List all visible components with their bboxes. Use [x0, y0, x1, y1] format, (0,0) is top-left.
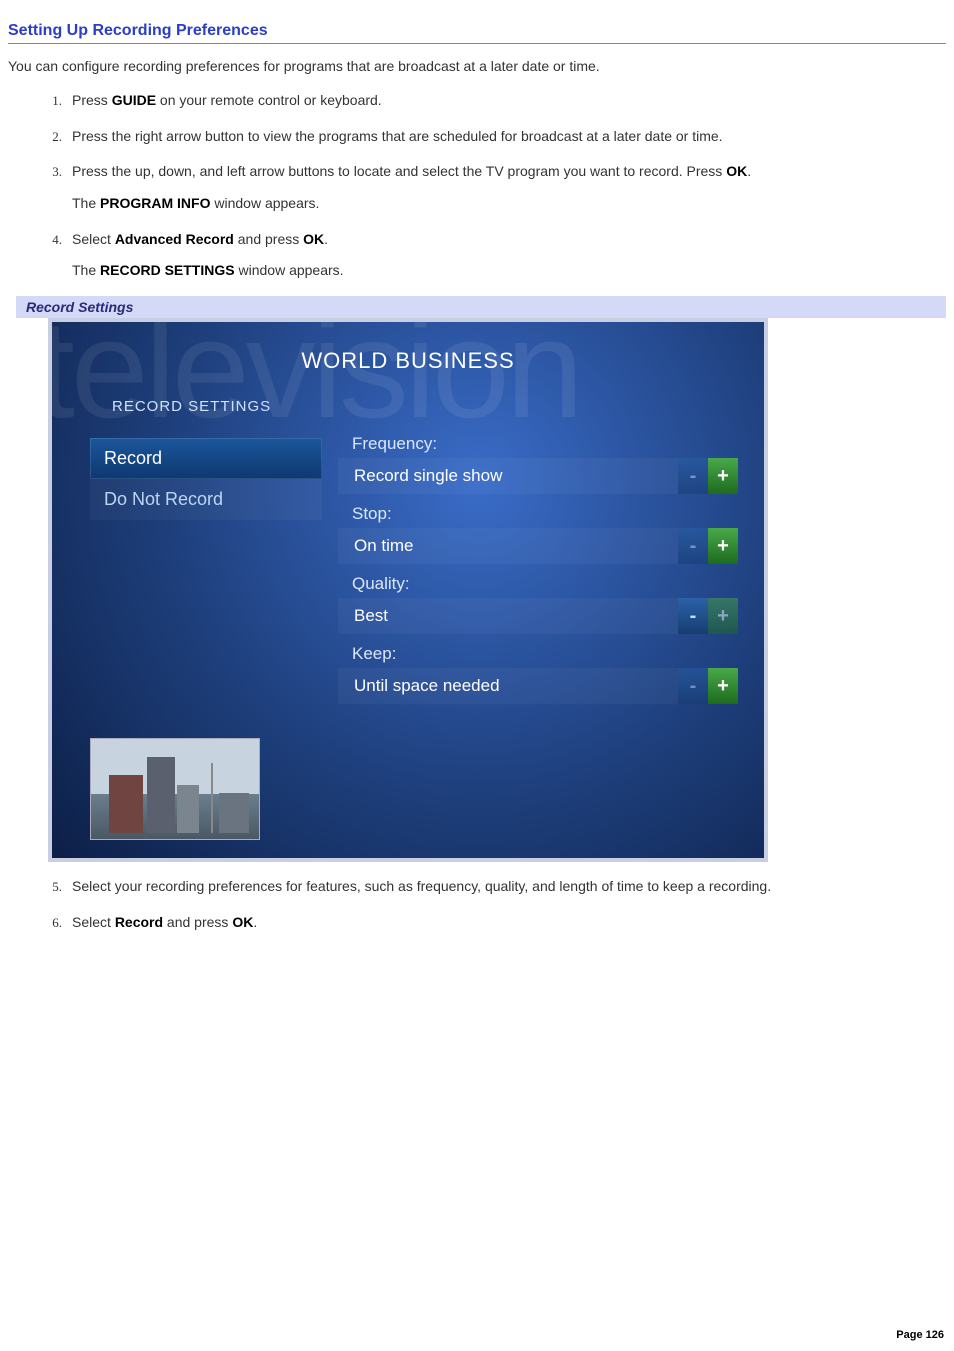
program-title: WORLD BUSINESS	[52, 348, 764, 374]
section-heading: Setting Up Recording Preferences	[8, 22, 946, 44]
field-label-keep: Keep:	[352, 644, 738, 664]
step-1: 1. Press GUIDE on your remote control or…	[40, 90, 946, 112]
field-row-stop: On time - +	[338, 528, 738, 564]
step-sub: The RECORD SETTINGS window appears.	[72, 260, 946, 282]
field-value-stop: On time	[338, 528, 678, 564]
field-label-frequency: Frequency:	[352, 434, 738, 454]
settings-fields: Frequency: Record single show - + Stop: …	[338, 432, 738, 714]
step-5: 5. Select your recording preferences for…	[40, 876, 946, 898]
step-4: 4. Select Advanced Record and press OK. …	[40, 229, 946, 282]
field-row-frequency: Record single show - +	[338, 458, 738, 494]
record-menu: Record Do Not Record	[90, 438, 322, 520]
step-number: 6.	[40, 913, 62, 933]
step-text: Select Advanced Record and press OK.	[72, 231, 328, 247]
field-value-keep: Until space needed	[338, 668, 678, 704]
step-number: 5.	[40, 877, 62, 897]
step-number: 1.	[40, 91, 62, 111]
field-value-quality: Best	[338, 598, 678, 634]
record-settings-screenshot: television WORLD BUSINESS RECORD SETTING…	[48, 318, 768, 862]
screen-label: RECORD SETTINGS	[112, 398, 271, 415]
figure-caption: Record Settings	[16, 296, 946, 318]
plus-button[interactable]: +	[708, 668, 738, 704]
step-text: Press GUIDE on your remote control or ke…	[72, 92, 382, 108]
page-number: Page 126	[896, 1329, 944, 1341]
step-sub: The PROGRAM INFO window appears.	[72, 193, 946, 215]
field-row-quality: Best - +	[338, 598, 738, 634]
step-number: 2.	[40, 127, 62, 147]
menu-record[interactable]: Record	[90, 438, 322, 479]
minus-button[interactable]: -	[678, 458, 708, 494]
step-number: 3.	[40, 162, 62, 182]
tv-screen: television WORLD BUSINESS RECORD SETTING…	[52, 322, 764, 858]
minus-button[interactable]: -	[678, 528, 708, 564]
step-3: 3. Press the up, down, and left arrow bu…	[40, 161, 946, 214]
step-number: 4.	[40, 230, 62, 250]
plus-button[interactable]: +	[708, 528, 738, 564]
field-label-quality: Quality:	[352, 574, 738, 594]
step-text: Press the up, down, and left arrow butto…	[72, 163, 751, 179]
step-text: Select your recording preferences for fe…	[72, 878, 771, 894]
intro-text: You can configure recording preferences …	[8, 58, 946, 74]
plus-button[interactable]: +	[708, 458, 738, 494]
minus-button[interactable]: -	[678, 668, 708, 704]
step-text: Press the right arrow button to view the…	[72, 128, 723, 144]
step-2: 2. Press the right arrow button to view …	[40, 126, 946, 148]
plus-button[interactable]: +	[708, 598, 738, 634]
step-text: Select Record and press OK.	[72, 914, 257, 930]
watermark-text: television	[52, 322, 580, 450]
step-6: 6. Select Record and press OK.	[40, 912, 946, 934]
field-value-frequency: Record single show	[338, 458, 678, 494]
field-label-stop: Stop:	[352, 504, 738, 524]
field-row-keep: Until space needed - +	[338, 668, 738, 704]
minus-button[interactable]: -	[678, 598, 708, 634]
menu-do-not-record[interactable]: Do Not Record	[90, 479, 322, 520]
preview-thumbnail	[90, 738, 260, 840]
